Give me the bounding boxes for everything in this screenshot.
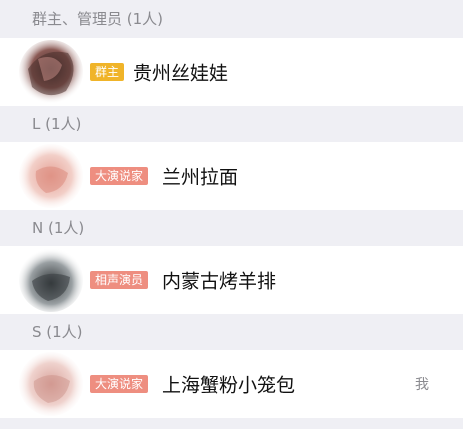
member-name: 兰州拉面 [162,166,239,189]
role-badge-owner: 群主 [90,63,125,81]
role-badge-speaker: 大演说家 [90,167,149,185]
section-header-admins: 群主、管理员 (1人) [0,0,463,38]
avatar[interactable] [18,39,84,105]
member-name: 上海蟹粉小笼包 [162,374,296,397]
member-row[interactable]: 大演说家 兰州拉面 [0,142,463,210]
member-name: 内蒙古烤羊排 [162,270,277,293]
section-header-s: S (1人) [0,314,463,350]
avatar[interactable] [18,247,84,313]
me-label: 我 [415,377,429,393]
section-header-l: L (1人) [0,106,463,142]
avatar[interactable] [18,143,84,209]
section-header-n: N (1人) [0,210,463,246]
member-row[interactable]: 大演说家 上海蟹粉小笼包 我 [0,350,463,418]
role-badge-speaker: 大演说家 [90,375,149,393]
member-row[interactable]: 群主 贵州丝娃娃 [0,38,463,106]
member-name: 贵州丝娃娃 [133,62,229,85]
role-badge-comedian: 相声演员 [90,271,149,289]
member-row[interactable]: 相声演员 内蒙古烤羊排 [0,246,463,314]
member-list: 群主、管理员 (1人) 群主 贵州丝娃娃 L (1人) 大演说家 兰州拉面 N … [0,0,463,429]
avatar[interactable] [18,351,84,417]
